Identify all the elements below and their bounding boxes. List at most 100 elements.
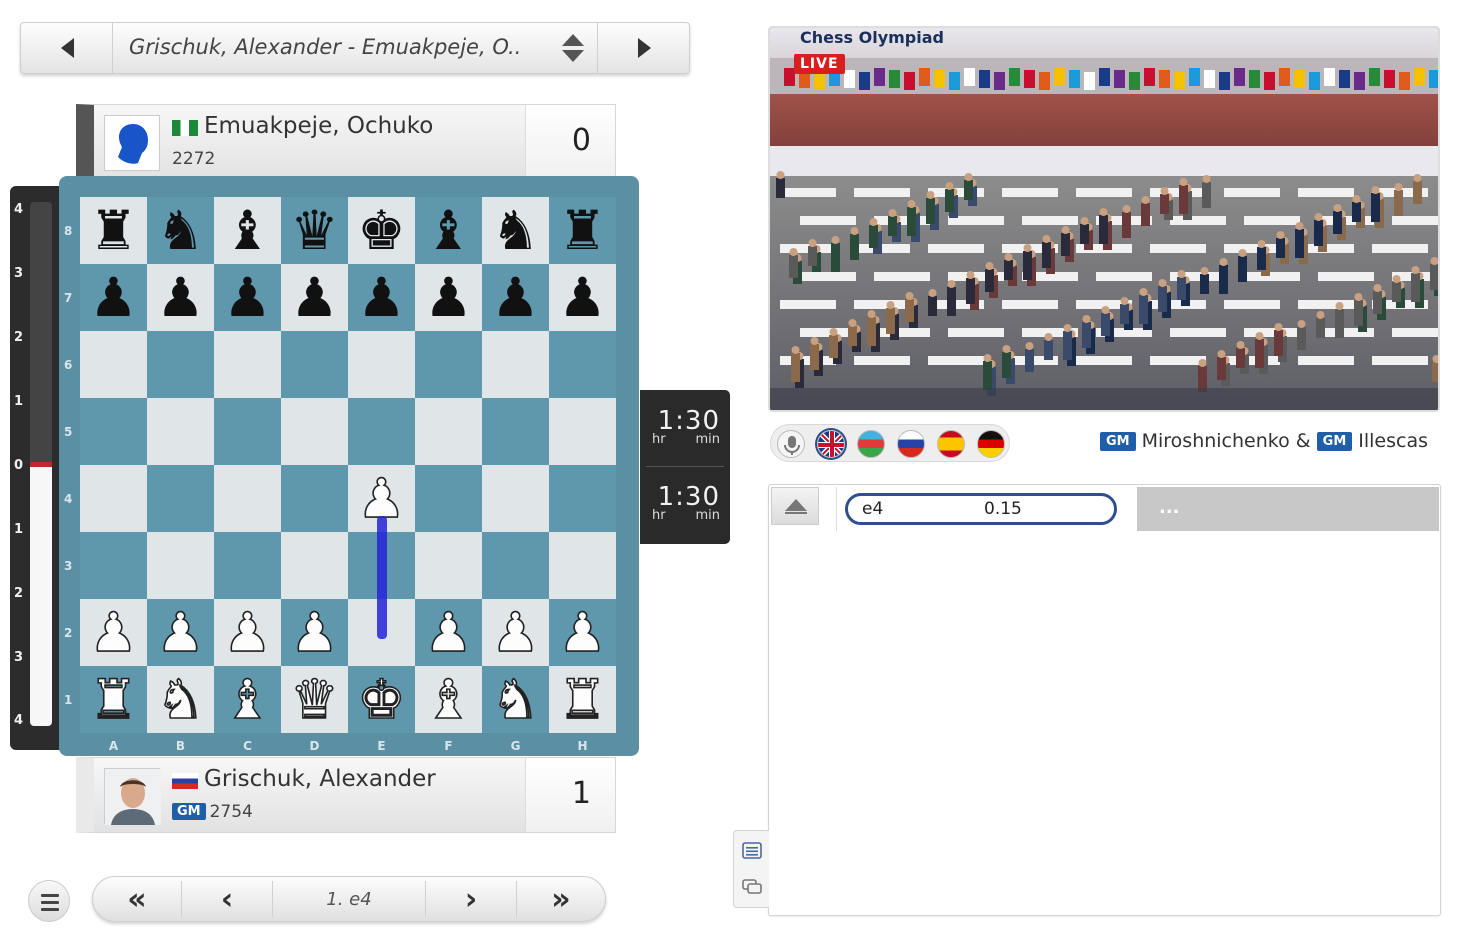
board-square-a3[interactable] (80, 532, 147, 599)
board-square-b2[interactable]: ♟ (147, 599, 214, 666)
board-square-h2[interactable]: ♟ (549, 599, 616, 666)
board-square-f5[interactable] (415, 398, 482, 465)
english-flag-icon[interactable] (817, 430, 845, 458)
board-square-h4[interactable] (549, 465, 616, 532)
player-name[interactable]: Grischuk, Alexander (204, 766, 436, 792)
chessboard[interactable]: ♜ ♞ ♝ ♛ ♚ ♝ ♞ ♜ ♟ ♟ ♟ ♟ ♟ ♟ ♟ ♟ ♟ ♟ ♟ ♟ ♟ ♟ ♟ ♟ ♜ ♞ ♝ ♛ ♚ ♝ ♞ ♜ (80, 197, 616, 733)
next-move-button[interactable]: › (426, 877, 516, 921)
black-bishop-icon[interactable]: ♝ (223, 203, 271, 258)
board-square-g7[interactable]: ♟ (482, 264, 549, 331)
board-square-f4[interactable] (415, 465, 482, 532)
white-knight-icon[interactable]: ♞ (490, 671, 540, 727)
black-bishop-icon[interactable]: ♝ (424, 203, 472, 258)
russia-flag-icon[interactable] (897, 430, 925, 458)
board-square-g4[interactable] (482, 465, 549, 532)
board-square-b5[interactable] (147, 398, 214, 465)
black-knight-icon[interactable]: ♞ (156, 203, 204, 258)
more-lines-button[interactable]: ... (1137, 487, 1439, 531)
black-pawn-icon[interactable]: ♟ (89, 270, 137, 325)
board-square-d4[interactable] (281, 465, 348, 532)
player-name[interactable]: Emuakpeje, Ochuko (204, 113, 433, 139)
board-square-c3[interactable] (214, 532, 281, 599)
board-square-d6[interactable] (281, 331, 348, 398)
board-square-g2[interactable]: ♟ (482, 599, 549, 666)
board-square-g6[interactable] (482, 331, 549, 398)
board-square-h6[interactable] (549, 331, 616, 398)
current-move[interactable]: 1. e4 (273, 877, 425, 921)
board-square-b3[interactable] (147, 532, 214, 599)
black-pawn-icon[interactable]: ♟ (558, 270, 606, 325)
board-square-h7[interactable]: ♟ (549, 264, 616, 331)
board-square-c4[interactable] (214, 465, 281, 532)
board-square-e8[interactable]: ♚ (348, 197, 415, 264)
black-king-icon[interactable]: ♚ (357, 203, 405, 258)
board-square-d5[interactable] (281, 398, 348, 465)
white-pawn-icon[interactable]: ♟ (222, 604, 272, 660)
black-queen-icon[interactable]: ♛ (290, 203, 338, 258)
white-rook-icon[interactable]: ♜ (88, 671, 138, 727)
collapse-analysis-button[interactable] (771, 487, 819, 525)
board-square-a8[interactable]: ♜ (80, 197, 147, 264)
board-square-b1[interactable]: ♞ (147, 666, 214, 733)
board-square-d7[interactable]: ♟ (281, 264, 348, 331)
germany-flag-icon[interactable] (977, 430, 1005, 458)
board-square-e5[interactable] (348, 398, 415, 465)
board-square-a1[interactable]: ♜ (80, 666, 147, 733)
black-rook-icon[interactable]: ♜ (558, 203, 606, 258)
white-bishop-icon[interactable]: ♝ (222, 671, 272, 727)
black-pawn-icon[interactable]: ♟ (156, 270, 204, 325)
board-square-f1[interactable]: ♝ (415, 666, 482, 733)
board-square-g5[interactable] (482, 398, 549, 465)
white-bishop-icon[interactable]: ♝ (423, 671, 473, 727)
board-square-a2[interactable]: ♟ (80, 599, 147, 666)
white-rook-icon[interactable]: ♜ (557, 671, 607, 727)
engine-line[interactable]: e4 0.15 (845, 493, 1117, 525)
board-square-g8[interactable]: ♞ (482, 197, 549, 264)
board-square-d3[interactable] (281, 532, 348, 599)
white-king-icon[interactable]: ♚ (356, 671, 406, 727)
board-square-f8[interactable]: ♝ (415, 197, 482, 264)
white-pawn-icon[interactable]: ♟ (490, 604, 540, 660)
game-title[interactable]: Grischuk, Alexander - Emuakpeje, O.. (129, 35, 521, 59)
board-square-c6[interactable] (214, 331, 281, 398)
board-square-h1[interactable]: ♜ (549, 666, 616, 733)
board-square-a4[interactable] (80, 465, 147, 532)
board-square-b8[interactable]: ♞ (147, 197, 214, 264)
microphone-icon[interactable] (777, 430, 805, 458)
white-queen-icon[interactable]: ♛ (289, 671, 339, 727)
board-square-h5[interactable] (549, 398, 616, 465)
board-square-b7[interactable]: ♟ (147, 264, 214, 331)
board-square-c8[interactable]: ♝ (214, 197, 281, 264)
board-square-f3[interactable] (415, 532, 482, 599)
live-video-player[interactable]: Chess Olympiad LIVE (768, 26, 1440, 412)
azerbaijan-flag-icon[interactable] (857, 430, 885, 458)
notation-list-icon[interactable] (740, 841, 764, 861)
board-square-d8[interactable]: ♛ (281, 197, 348, 264)
board-square-c7[interactable]: ♟ (214, 264, 281, 331)
chat-icon[interactable] (740, 877, 764, 897)
white-pawn-icon[interactable]: ♟ (423, 604, 473, 660)
menu-button[interactable] (28, 880, 70, 922)
first-move-button[interactable]: « (93, 877, 181, 921)
board-square-g1[interactable]: ♞ (482, 666, 549, 733)
board-square-f6[interactable] (415, 331, 482, 398)
board-square-e7[interactable]: ♟ (348, 264, 415, 331)
board-square-a6[interactable] (80, 331, 147, 398)
white-knight-icon[interactable]: ♞ (155, 671, 205, 727)
board-square-b6[interactable] (147, 331, 214, 398)
previous-move-button[interactable]: ‹ (182, 877, 272, 921)
previous-game-button[interactable] (21, 23, 113, 73)
white-pawn-icon[interactable]: ♟ (557, 604, 607, 660)
board-square-d2[interactable]: ♟ (281, 599, 348, 666)
board-square-d1[interactable]: ♛ (281, 666, 348, 733)
board-square-c5[interactable] (214, 398, 281, 465)
board-square-h3[interactable] (549, 532, 616, 599)
board-square-g3[interactable] (482, 532, 549, 599)
black-pawn-icon[interactable]: ♟ (357, 270, 405, 325)
board-square-e6[interactable] (348, 331, 415, 398)
board-square-c2[interactable]: ♟ (214, 599, 281, 666)
black-rook-icon[interactable]: ♜ (89, 203, 137, 258)
black-pawn-icon[interactable]: ♟ (290, 270, 338, 325)
black-pawn-icon[interactable]: ♟ (424, 270, 472, 325)
board-square-a5[interactable] (80, 398, 147, 465)
